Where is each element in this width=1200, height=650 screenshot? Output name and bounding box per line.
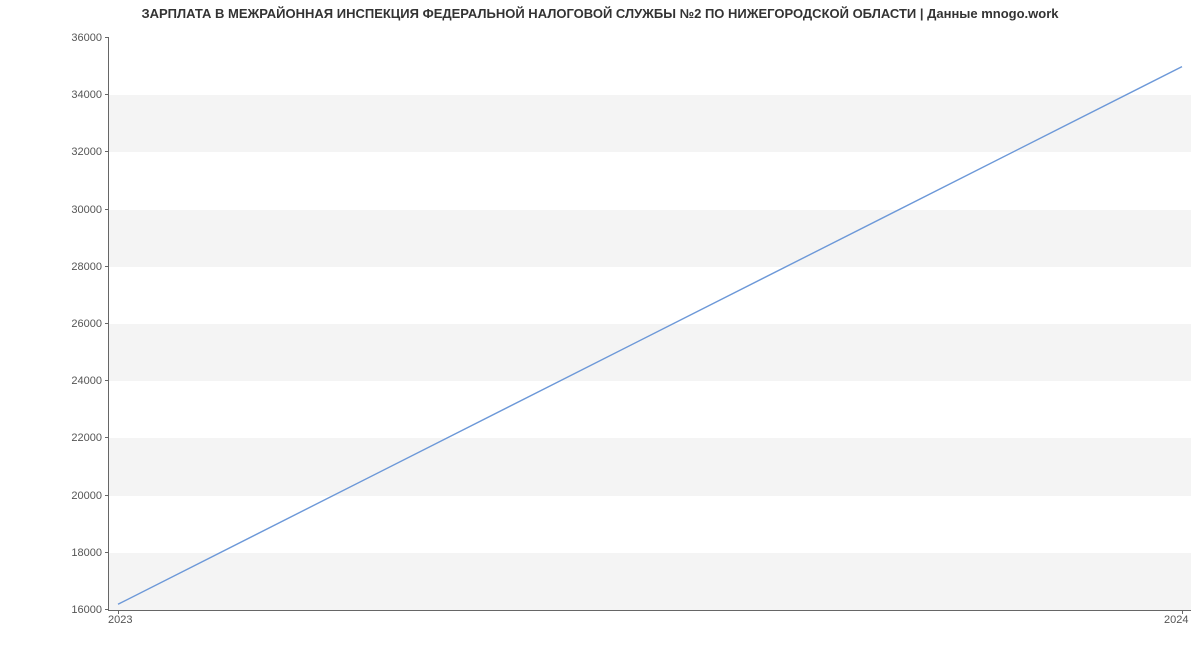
x-tick-mark [1182,610,1183,614]
y-tick-label: 30000 [22,204,102,216]
x-tick-label: 2023 [108,614,132,626]
y-tick-label: 28000 [22,261,102,273]
y-tick-label: 34000 [22,89,102,101]
chart-title: ЗАРПЛАТА В МЕЖРАЙОННАЯ ИНСПЕКЦИЯ ФЕДЕРАЛ… [0,6,1200,21]
x-tick-mark [118,610,119,614]
plot-area [108,38,1191,611]
y-tick-label: 24000 [22,375,102,387]
y-tick-label: 32000 [22,146,102,158]
y-tick-label: 26000 [22,318,102,330]
line-chart: ЗАРПЛАТА В МЕЖРАЙОННАЯ ИНСПЕКЦИЯ ФЕДЕРАЛ… [0,0,1200,650]
x-tick-label: 2024 [1164,614,1188,626]
y-tick-label: 36000 [22,32,102,44]
y-tick-label: 22000 [22,432,102,444]
y-tick-label: 18000 [22,547,102,559]
data-line [109,38,1191,610]
y-tick-label: 20000 [22,490,102,502]
y-tick-label: 16000 [22,604,102,616]
